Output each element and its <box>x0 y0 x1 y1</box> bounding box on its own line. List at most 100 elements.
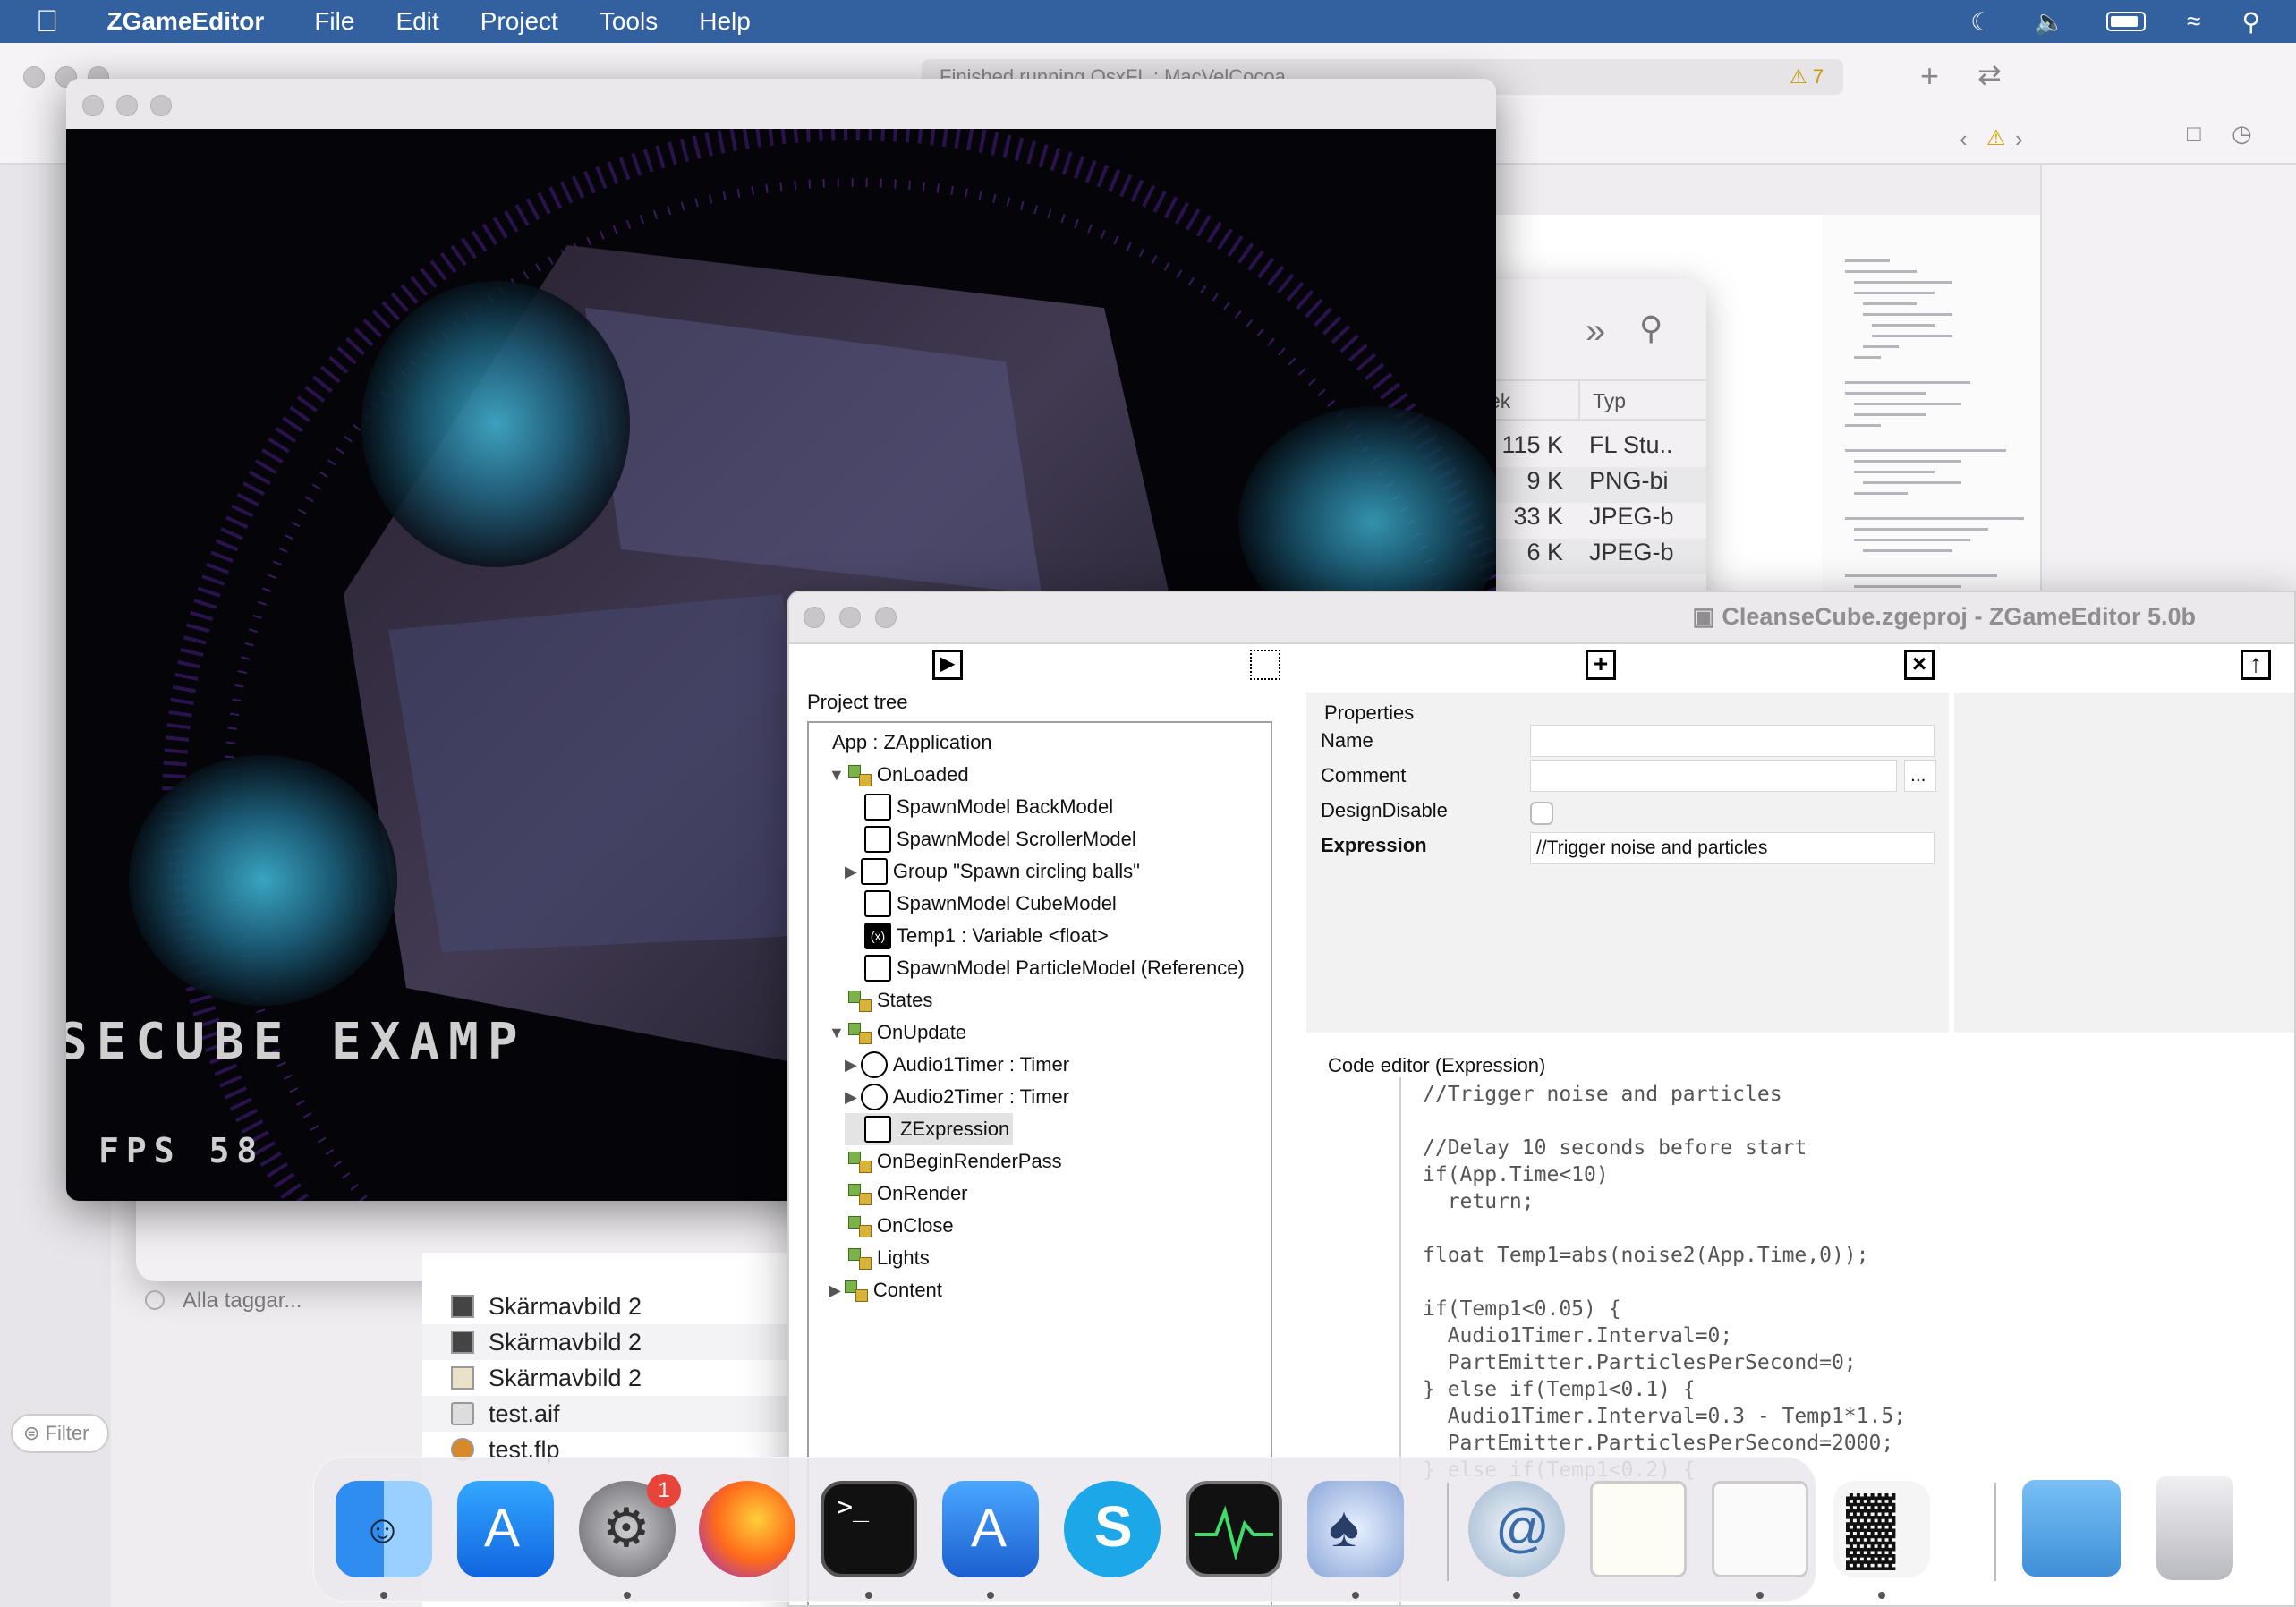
invader-app-dock-icon[interactable]: ▓ <box>1833 1481 1930 1577</box>
menu-project[interactable]: Project <box>480 7 558 36</box>
properties-label: Properties <box>1324 701 1415 724</box>
navigate-back-icon[interactable]: ‹ <box>1960 125 1968 153</box>
tree-node[interactable]: ▶ Audio1Timer : Timer <box>845 1049 1069 1081</box>
apple-menu-icon[interactable]:  <box>36 4 59 39</box>
list-item[interactable]: 6 K JPEG-b <box>1489 539 1706 574</box>
timer-icon <box>860 1084 888 1110</box>
tree-node[interactable]: OnClose <box>829 1210 954 1242</box>
menu-help[interactable]: Help <box>699 7 751 36</box>
filter-field[interactable]: ⊜ Filter <box>11 1414 109 1453</box>
navigate-forward-icon[interactable]: › <box>2015 125 2023 153</box>
search-icon[interactable]: ⚲ <box>2241 7 2260 37</box>
tree-node[interactable]: App : ZApplication <box>832 727 992 759</box>
expression-field[interactable]: //Trigger noise and particles <box>1530 832 1935 864</box>
firefox-dock-icon[interactable] <box>699 1481 795 1577</box>
timer-icon <box>860 1051 888 1078</box>
tree-node-label: Content <box>872 1279 942 1301</box>
finder-search-icon[interactable]: ⚲ <box>1639 310 1662 347</box>
game-zoom-button[interactable] <box>150 95 172 116</box>
add-icon[interactable]: + <box>1920 57 1939 95</box>
tree-node[interactable]: States <box>829 984 932 1016</box>
warning-icon[interactable]: ⚠ <box>1986 125 2006 151</box>
xcode-dock-icon[interactable]: A <box>942 1481 1039 1577</box>
warning-count[interactable]: ⚠ 7 <box>1790 59 1824 95</box>
list-item[interactable]: 33 K JPEG-b <box>1489 503 1706 539</box>
tree-node[interactable]: ZExpression <box>845 1113 1014 1145</box>
tree-node-label: OnRender <box>877 1182 968 1204</box>
tree-node[interactable]: SpawnModel ParticleModel (Reference) <box>845 952 1245 984</box>
textedit-dock-icon[interactable] <box>1590 1481 1687 1577</box>
volume-icon[interactable]: 🔈 <box>2034 7 2065 37</box>
comment-edit-button[interactable]: ... <box>1904 760 1936 792</box>
tree-node[interactable]: OnRender <box>829 1178 968 1210</box>
tree-node[interactable]: SpawnModel ScrollerModel <box>845 823 1136 855</box>
tree-node[interactable]: OnBeginRenderPass <box>829 1145 1062 1178</box>
expand-toggle-icon[interactable]: ▶ <box>845 1056 857 1075</box>
expand-toggle-icon[interactable]: ▶ <box>829 1281 841 1300</box>
delete-component-icon[interactable]: × <box>1904 650 1935 680</box>
collapse-toggle-icon[interactable]: ▼ <box>829 766 845 785</box>
zgameeditor-window: ▣ CleanseCube.zgeproj - ZGameEditor 5.0b… <box>787 591 2296 1607</box>
kind-column-header[interactable]: Typ <box>1578 381 1626 421</box>
list-item[interactable]: Skärmavbild 2 <box>422 1324 789 1360</box>
shell-app-dock-icon[interactable]: @ <box>1468 1481 1565 1577</box>
downloads-folder-dock-icon[interactable] <box>2022 1480 2121 1577</box>
move-up-icon[interactable]: ↑ <box>2241 650 2271 680</box>
file-inspector-icon[interactable]: □ <box>2187 120 2201 148</box>
tool-placeholder-icon[interactable] <box>1250 650 1280 680</box>
comment-field[interactable] <box>1530 760 1897 792</box>
run-icon[interactable]: ▶ <box>932 650 963 680</box>
menu-bar:  ZGameEditor File Edit Project Tools He… <box>0 0 2296 43</box>
activity-monitor-dock-icon[interactable] <box>1186 1481 1282 1577</box>
name-field[interactable] <box>1530 725 1935 757</box>
designdisable-checkbox[interactable] <box>1530 802 1553 825</box>
zgameeditor-dock-icon[interactable]: ♠ <box>1307 1481 1404 1577</box>
tree-node[interactable]: ▼ OnUpdate <box>829 1016 966 1049</box>
list-item[interactable]: 9 K PNG-bi <box>1489 467 1706 503</box>
tree-node[interactable]: (x) Temp1 : Variable <float> <box>845 920 1109 952</box>
game-close-button[interactable] <box>82 95 104 116</box>
wifi-icon[interactable]: ≈ <box>2187 7 2200 36</box>
tree-node[interactable]: SpawnModel BackModel <box>845 791 1113 823</box>
game-minimize-button[interactable] <box>116 95 138 116</box>
list-item[interactable]: 115 K FL Stu.. <box>1489 431 1706 467</box>
trash-dock-icon[interactable] <box>2156 1476 2233 1580</box>
list-item[interactable]: Skärmavbild 2 <box>422 1288 789 1324</box>
tree-node[interactable]: SpawnModel CubeModel <box>845 888 1117 920</box>
expand-toggle-icon[interactable]: ▶ <box>845 863 857 881</box>
tree-node[interactable]: ▶ Group "Spawn circling balls" <box>845 855 1140 888</box>
code-editor[interactable]: //Trigger noise and particles //Delay 10… <box>1423 1081 1906 1484</box>
list-item[interactable]: test.aif <box>422 1396 789 1432</box>
filter-icon: ⊜ <box>23 1422 40 1444</box>
finder-dock-icon[interactable]: ☺ <box>336 1481 432 1577</box>
gear-icon: ⚙ <box>602 1498 651 1558</box>
expand-toggle-icon[interactable]: ▶ <box>845 1088 857 1107</box>
swap-icon[interactable]: ⇄ <box>1977 57 2002 91</box>
dark-mode-icon[interactable]: ☾ <box>1970 7 1993 37</box>
menu-file[interactable]: File <box>314 7 354 36</box>
skype-dock-icon[interactable]: S <box>1064 1481 1161 1577</box>
tree-node-label: Audio2Timer : Timer <box>892 1085 1070 1108</box>
tag-icon <box>145 1290 165 1310</box>
collapse-toggle-icon[interactable]: ▼ <box>829 1024 845 1042</box>
terminal-dock-icon[interactable]: >_ <box>821 1481 917 1577</box>
app-store-dock-icon[interactable]: A <box>457 1481 554 1577</box>
more-toolbar-icon[interactable]: » <box>1586 311 1605 352</box>
tree-node[interactable]: ▶ Content <box>829 1274 942 1306</box>
history-icon[interactable]: ◷ <box>2232 120 2252 148</box>
list-item[interactable]: Skärmavbild 2 <box>422 1360 789 1396</box>
add-component-icon[interactable]: + <box>1586 650 1616 680</box>
script-editor-dock-icon[interactable] <box>1712 1481 1808 1577</box>
prop-designdisable-label: DesignDisable <box>1321 799 1448 821</box>
xcode-close-button[interactable] <box>23 66 45 88</box>
lion-icon: ♠ <box>1329 1494 1359 1559</box>
app-menu[interactable]: ZGameEditor <box>107 7 265 36</box>
fps-label: FPS <box>98 1131 182 1170</box>
tree-node[interactable]: ▶ Audio2Timer : Timer <box>845 1081 1069 1113</box>
group-list-icon <box>848 1246 872 1270</box>
tree-node[interactable]: Lights <box>829 1242 930 1274</box>
tree-node[interactable]: ▼ OnLoaded <box>829 759 969 791</box>
battery-icon[interactable] <box>2106 12 2147 31</box>
menu-edit[interactable]: Edit <box>395 7 438 36</box>
menu-tools[interactable]: Tools <box>600 7 658 36</box>
